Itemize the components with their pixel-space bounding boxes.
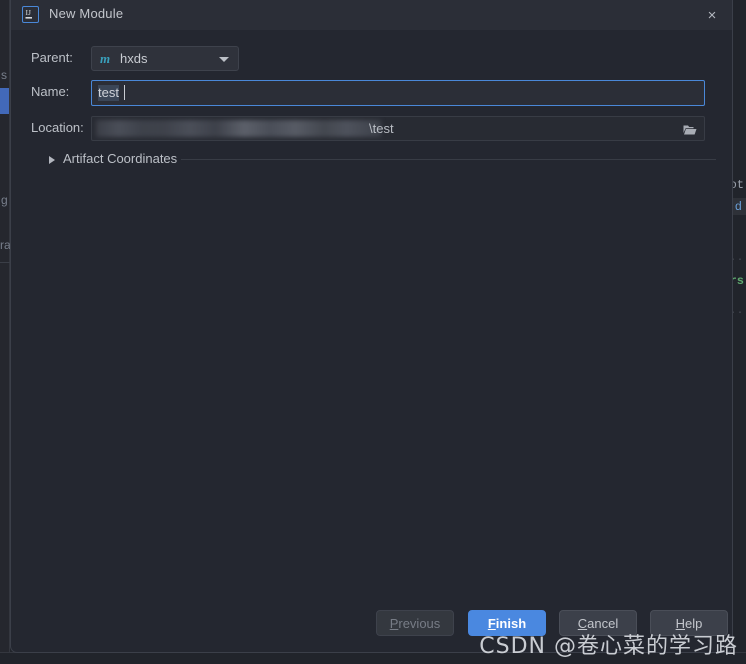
location-label: Location: xyxy=(31,120,84,135)
ide-status-bar xyxy=(0,652,746,664)
name-input-value: test xyxy=(98,85,119,101)
location-input[interactable]: \test xyxy=(91,116,705,141)
new-module-dialog: IJ New Module × Parent: m hxds Name: tes… xyxy=(10,0,733,653)
location-input-value: \test xyxy=(369,121,394,136)
text-caret xyxy=(124,85,125,100)
close-icon[interactable]: × xyxy=(700,4,724,26)
parent-value: hxds xyxy=(120,51,148,66)
help-button[interactable]: Help xyxy=(650,610,728,636)
name-label: Name: xyxy=(31,84,70,99)
svg-text:IJ: IJ xyxy=(26,9,31,17)
location-row: Location: \test xyxy=(11,116,734,142)
finish-button[interactable]: Finish xyxy=(468,610,546,636)
triangle-right-icon[interactable] xyxy=(49,156,55,164)
parent-row: Parent: m hxds xyxy=(11,46,734,72)
artifact-coordinates-row[interactable]: Artifact Coordinates xyxy=(11,150,734,172)
artifact-coordinates-label[interactable]: Artifact Coordinates xyxy=(63,151,177,166)
dialog-title: New Module xyxy=(49,6,124,21)
ide-bg-code-fragment: d xyxy=(734,200,742,214)
screen: s g ra ot d rs ···· ···· IJ New Module × xyxy=(0,0,746,664)
cancel-button[interactable]: Cancel xyxy=(559,610,637,636)
ide-bg-divider xyxy=(0,262,10,263)
previous-button[interactable]: Previous xyxy=(376,610,454,636)
section-separator xyxy=(181,159,716,160)
parent-label: Parent: xyxy=(31,50,73,65)
chevron-down-icon xyxy=(219,57,229,62)
name-input[interactable]: test xyxy=(91,80,705,106)
ide-bg-fragment: s xyxy=(1,68,7,82)
dialog-button-bar: Previous Finish Cancel Help xyxy=(11,610,734,640)
intellij-idea-icon: IJ xyxy=(22,6,39,23)
ide-sidebar-selection-highlight xyxy=(0,88,9,114)
redacted-path-blur xyxy=(96,120,381,137)
maven-module-icon: m xyxy=(100,51,111,66)
parent-combobox[interactable]: m hxds xyxy=(91,46,239,71)
ide-bg-fragment: g xyxy=(1,193,8,207)
folder-open-icon[interactable] xyxy=(677,118,703,140)
name-row: Name: test xyxy=(11,80,734,108)
dialog-titlebar: IJ New Module × xyxy=(11,0,732,30)
